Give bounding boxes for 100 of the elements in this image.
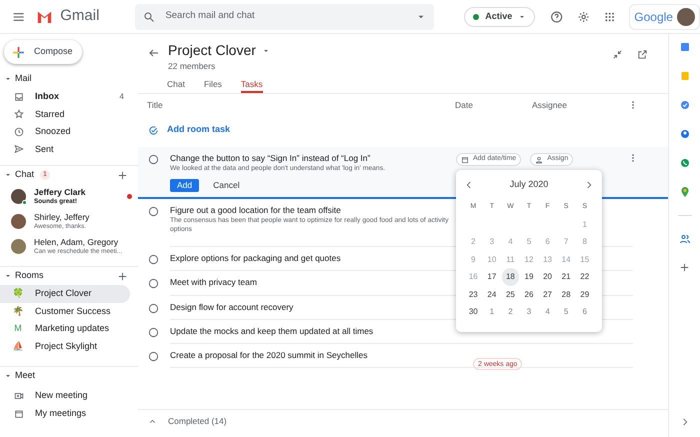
collapse-caret-icon[interactable] (4, 171, 12, 179)
google-label: Google (634, 8, 673, 26)
calendar-day: 12 (520, 250, 538, 268)
calendar-day[interactable]: 2 (502, 303, 520, 320)
calendar-day[interactable]: 1 (483, 303, 501, 320)
clock-icon (14, 126, 24, 137)
new-room-icon[interactable] (117, 270, 128, 282)
calendar-day: 10 (483, 250, 501, 268)
calendar-day: 13 (538, 250, 556, 268)
apps-grid-icon[interactable] (604, 10, 616, 22)
calendar-day[interactable]: 6 (576, 303, 594, 320)
calendar-day[interactable]: 3 (520, 303, 538, 320)
phone-icon[interactable] (678, 157, 690, 169)
section-title[interactable]: Chat (15, 168, 34, 182)
calendar-day[interactable]: 29 (576, 286, 594, 303)
room-item[interactable]: M Marketing updates (0, 320, 130, 338)
search-bar[interactable]: Search mail and chat (135, 4, 434, 30)
task-title[interactable]: Figure out a good location for the team offsite (170, 205, 460, 216)
mail-folder-item[interactable]: Snoozed (0, 123, 138, 140)
room-title[interactable]: Project Clover (168, 40, 256, 61)
calendar-day[interactable]: 18 (502, 268, 520, 286)
room-icon: 🍀 (12, 287, 24, 300)
calendar-day: 8 (576, 233, 594, 250)
search-icon (143, 10, 156, 22)
task-title[interactable]: Create a proposal for the 2020 summit in Seychelles (170, 350, 460, 362)
task-title-field[interactable]: Change the button to say “Sign In” instead of “Log In” (170, 153, 456, 164)
radio-circle-icon[interactable] (148, 326, 159, 338)
open-in-new-window-icon[interactable] (637, 49, 648, 60)
task-title[interactable]: Design flow for account recovery (170, 302, 460, 313)
room-item[interactable]: ⛵ Project Skylight (0, 338, 130, 355)
task-title[interactable]: Explore options for packaging and get quotes (170, 253, 460, 264)
mail-folder-item[interactable]: Inbox 4 (0, 88, 138, 106)
back-arrow-icon[interactable] (148, 47, 160, 59)
radio-circle-icon[interactable] (148, 206, 159, 217)
calendar-day[interactable]: 20 (538, 268, 556, 286)
calendar-day[interactable]: 26 (520, 286, 538, 303)
calendar-day: 16 (464, 268, 482, 286)
cancel-button[interactable]: Cancel (213, 179, 240, 192)
room-item[interactable]: 🌴 Customer Success (0, 302, 130, 320)
calendar-day[interactable]: 4 (538, 303, 556, 320)
room-item[interactable]: 🍀 Project Clover (0, 285, 130, 302)
calendar-day[interactable]: 27 (538, 286, 556, 303)
calendar-day[interactable]: 23 (464, 286, 482, 303)
collapse-caret-icon[interactable] (4, 372, 12, 380)
search-field[interactable]: Search mail and chat (165, 9, 416, 24)
tab[interactable]: Chat (167, 77, 185, 93)
calendar-day[interactable]: 30 (464, 303, 482, 320)
calendar-day[interactable]: 5 (557, 303, 575, 320)
calendar-day[interactable]: 17 (483, 268, 501, 286)
meet-item[interactable]: My meetings (0, 405, 138, 423)
send-icon (14, 144, 24, 154)
plus-icon[interactable] (679, 262, 690, 273)
contact-name: Helen, Adam, Gregory (34, 236, 118, 246)
map-pin-icon[interactable] (678, 186, 690, 198)
radio-circle-icon[interactable] (148, 154, 159, 165)
column-header: Date (455, 98, 474, 112)
plus-icon (12, 46, 25, 58)
radio-circle-icon[interactable] (148, 254, 159, 265)
member-count: 22 members (168, 61, 216, 71)
status-button[interactable]: Active (464, 6, 536, 26)
task-title[interactable]: Meet with privacy team (170, 277, 460, 288)
calendar-day[interactable]: 22 (576, 268, 594, 286)
new-chat-icon[interactable] (117, 170, 128, 180)
people-icon[interactable] (678, 233, 690, 245)
calendar-day[interactable]: 28 (557, 286, 575, 303)
calendar-day[interactable]: 19 (520, 268, 538, 286)
calendar-day[interactable]: 21 (557, 268, 575, 286)
section-title[interactable]: Meet (15, 369, 36, 383)
compose-button[interactable]: Compose (4, 40, 82, 64)
radio-circle-icon[interactable] (148, 278, 159, 290)
section-title[interactable]: Mail (15, 72, 32, 86)
column-header: Assignee (532, 98, 568, 112)
app-name: Gmail (60, 6, 100, 26)
settings-icon[interactable] (576, 10, 590, 24)
avatar (11, 239, 26, 254)
radio-circle-icon[interactable] (148, 302, 159, 314)
month-label: July 2020 (510, 178, 548, 192)
add-task-button[interactable]: Add room task (148, 122, 230, 138)
tab[interactable]: Tasks (240, 77, 263, 93)
collapse-arrows-icon[interactable] (612, 49, 623, 60)
check-circle-icon[interactable] (678, 99, 690, 111)
tab[interactable]: Files (204, 77, 222, 93)
section-title[interactable]: Rooms (15, 269, 44, 283)
task-title[interactable]: Update the mocks and keep them updated at all times (170, 326, 460, 337)
contact-icon[interactable] (678, 128, 690, 140)
mail-folder-item[interactable]: Starred (0, 106, 138, 123)
account-panel[interactable]: Google (629, 4, 700, 30)
add-button[interactable]: Add (170, 179, 200, 192)
radio-circle-icon[interactable] (148, 351, 159, 362)
meet-item[interactable]: New meeting (0, 387, 138, 405)
calendar-day[interactable]: 24 (483, 286, 501, 303)
collapse-caret-icon[interactable] (4, 75, 12, 83)
avatar (11, 214, 26, 229)
calendar-day[interactable]: 25 (502, 286, 520, 303)
mail-folder-item[interactable]: Sent (0, 140, 138, 158)
help-icon[interactable] (550, 10, 564, 24)
completed-toggle[interactable]: Completed (14) (138, 409, 668, 433)
contact-name: Jeffery Clark (34, 186, 87, 196)
collapse-caret-icon[interactable] (4, 272, 12, 280)
calendar-day: 2 (464, 233, 482, 250)
